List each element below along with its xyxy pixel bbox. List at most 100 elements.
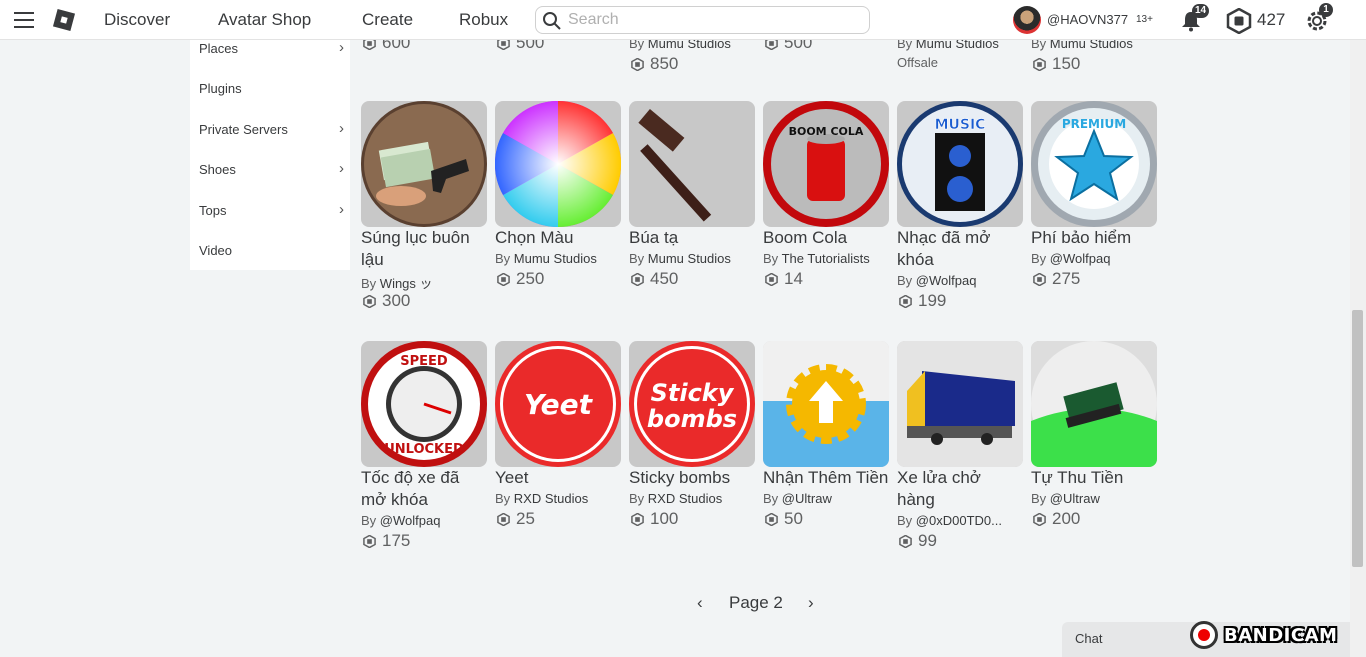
item-price: 150 xyxy=(1033,54,1080,74)
notification-badge: 14 xyxy=(1192,4,1210,18)
robux-icon xyxy=(1033,272,1046,286)
item-creator: By @Wolfpaq xyxy=(361,513,441,528)
item-name[interactable]: Súng lục buôn lậu xyxy=(361,227,487,271)
scrollbar-thumb[interactable] xyxy=(1352,310,1363,567)
robux-icon xyxy=(631,512,644,526)
item-thumbnail[interactable] xyxy=(897,341,1023,467)
item-name[interactable]: Nhận Thêm Tiền xyxy=(763,467,889,489)
creator-link[interactable]: Wings ッ xyxy=(380,276,433,291)
nav-discover[interactable]: Discover xyxy=(104,10,170,30)
item-name[interactable]: Chọn Màu xyxy=(495,227,621,249)
creator-link[interactable]: Mumu Studios xyxy=(514,251,597,266)
sidebar-item-places[interactable]: Places › xyxy=(199,39,344,56)
item-name[interactable]: Búa tạ xyxy=(629,227,755,249)
chevron-right-icon: › xyxy=(339,120,344,137)
item-thumbnail[interactable] xyxy=(763,341,889,467)
item-name[interactable]: Tự Thu Tiền xyxy=(1031,467,1157,489)
item-thumbnail[interactable]: PREMIUM xyxy=(1031,101,1157,227)
creator-link[interactable]: @0xD00TD0... xyxy=(916,513,1002,528)
item-thumbnail[interactable] xyxy=(361,101,487,227)
item-name[interactable]: Phí bảo hiểm xyxy=(1031,227,1157,249)
chevron-right-icon: › xyxy=(339,39,344,56)
creator-link[interactable]: @Wolfpaq xyxy=(1050,251,1111,266)
item-creator: By The Tutorialists xyxy=(763,251,870,266)
nav-avatar-shop[interactable]: Avatar Shop xyxy=(218,10,311,30)
robux-icon xyxy=(765,272,778,286)
item-thumbnail[interactable]: MUSIC xyxy=(897,101,1023,227)
bandicam-watermark: BANDICAM xyxy=(1190,620,1337,650)
category-sidebar: Places › Plugins Private Servers › Shoes › … xyxy=(190,39,350,270)
page-indicator: Page 2 xyxy=(729,593,783,612)
sidebar-item-label: Private Servers xyxy=(199,122,288,137)
item-price: 250 xyxy=(497,269,544,289)
robux-icon[interactable] xyxy=(1226,8,1252,34)
svg-text:MUSIC: MUSIC xyxy=(935,117,986,133)
item-thumbnail[interactable]: SPEED UNLOCKED xyxy=(361,341,487,467)
chevron-right-icon: › xyxy=(339,160,344,177)
creator-link[interactable]: RXD Studios xyxy=(514,491,588,506)
search-box[interactable] xyxy=(535,6,870,34)
svg-text:SPEED: SPEED xyxy=(400,354,448,369)
sidebar-item-tops[interactable]: Tops › xyxy=(199,201,344,218)
item-price: 175 xyxy=(363,531,410,551)
item-thumbnail[interactable] xyxy=(1031,341,1157,467)
top-nav-bar: Discover Avatar Shop Create Robux @HAOVN… xyxy=(0,0,1366,40)
robux-balance[interactable]: 427 xyxy=(1257,10,1285,30)
creator-link[interactable]: @Wolfpaq xyxy=(380,513,441,528)
item-price: 14 xyxy=(765,269,803,289)
next-page-button[interactable]: › xyxy=(808,593,814,613)
item-price: 200 xyxy=(1033,509,1080,529)
roblox-logo-icon[interactable] xyxy=(52,8,76,32)
chevron-right-icon: › xyxy=(339,201,344,218)
creator-link[interactable]: The Tutorialists xyxy=(782,251,870,266)
robux-icon xyxy=(497,512,510,526)
item-creator: By @Wolfpaq xyxy=(897,273,977,288)
svg-text:BOOM COLA: BOOM COLA xyxy=(789,125,864,138)
sidebar-item-label: Tops xyxy=(199,203,227,218)
item-name[interactable]: Boom Cola xyxy=(763,227,889,249)
creator-link[interactable]: @Wolfpaq xyxy=(916,273,977,288)
username[interactable]: @HAOVN377 xyxy=(1047,12,1128,27)
item-price: 850 xyxy=(631,54,678,74)
creator-link[interactable]: RXD Studios xyxy=(648,491,722,506)
item-thumbnail[interactable] xyxy=(629,101,755,227)
creator-link[interactable]: @Ultraw xyxy=(1050,491,1100,506)
robux-icon xyxy=(363,534,376,548)
item-thumbnail[interactable]: Yeet xyxy=(495,341,621,467)
robux-icon xyxy=(1033,512,1046,526)
menu-icon[interactable] xyxy=(14,12,34,28)
sidebar-item-shoes[interactable]: Shoes › xyxy=(199,160,344,177)
prev-page-button[interactable]: ‹ xyxy=(697,593,703,613)
item-name[interactable]: Sticky bombs xyxy=(629,467,755,489)
sidebar-item-video[interactable]: Video xyxy=(199,243,344,258)
avatar[interactable] xyxy=(1013,6,1041,34)
item-creator: By @Wolfpaq xyxy=(1031,251,1111,266)
item-price: 25 xyxy=(497,509,535,529)
item-price: 300 xyxy=(363,291,410,311)
item-name[interactable]: Xe lửa chở hàng xyxy=(897,467,1023,511)
item-thumbnail[interactable]: BOOM COLA xyxy=(763,101,889,227)
robux-icon xyxy=(765,512,778,526)
sidebar-item-label: Plugins xyxy=(199,81,242,96)
item-creator: By RXD Studios xyxy=(495,491,589,506)
search-input[interactable] xyxy=(568,9,858,31)
robux-icon xyxy=(631,57,644,71)
item-thumbnail[interactable]: Sticky bombs xyxy=(629,341,755,467)
nav-create[interactable]: Create xyxy=(362,10,413,30)
item-price: 199 xyxy=(899,291,946,311)
sidebar-item-plugins[interactable]: Plugins xyxy=(199,81,344,96)
item-price: 100 xyxy=(631,509,678,529)
item-name[interactable]: Nhạc đã mở khóa xyxy=(897,227,1023,271)
item-creator: By @0xD00TD0... xyxy=(897,513,1002,528)
nav-robux[interactable]: Robux xyxy=(459,10,508,30)
item-name[interactable]: Tốc độ xe đã mở khóa xyxy=(361,467,487,511)
sidebar-item-private-servers[interactable]: Private Servers › xyxy=(199,120,344,137)
item-thumbnail[interactable] xyxy=(495,101,621,227)
creator-link[interactable]: Mumu Studios xyxy=(648,251,731,266)
robux-icon xyxy=(1033,57,1046,71)
robux-icon xyxy=(899,534,912,548)
item-name[interactable]: Yeet xyxy=(495,467,621,489)
sidebar-item-label: Shoes xyxy=(199,162,236,177)
creator-link[interactable]: @Ultraw xyxy=(782,491,832,506)
svg-text:Yeet: Yeet xyxy=(524,388,594,421)
